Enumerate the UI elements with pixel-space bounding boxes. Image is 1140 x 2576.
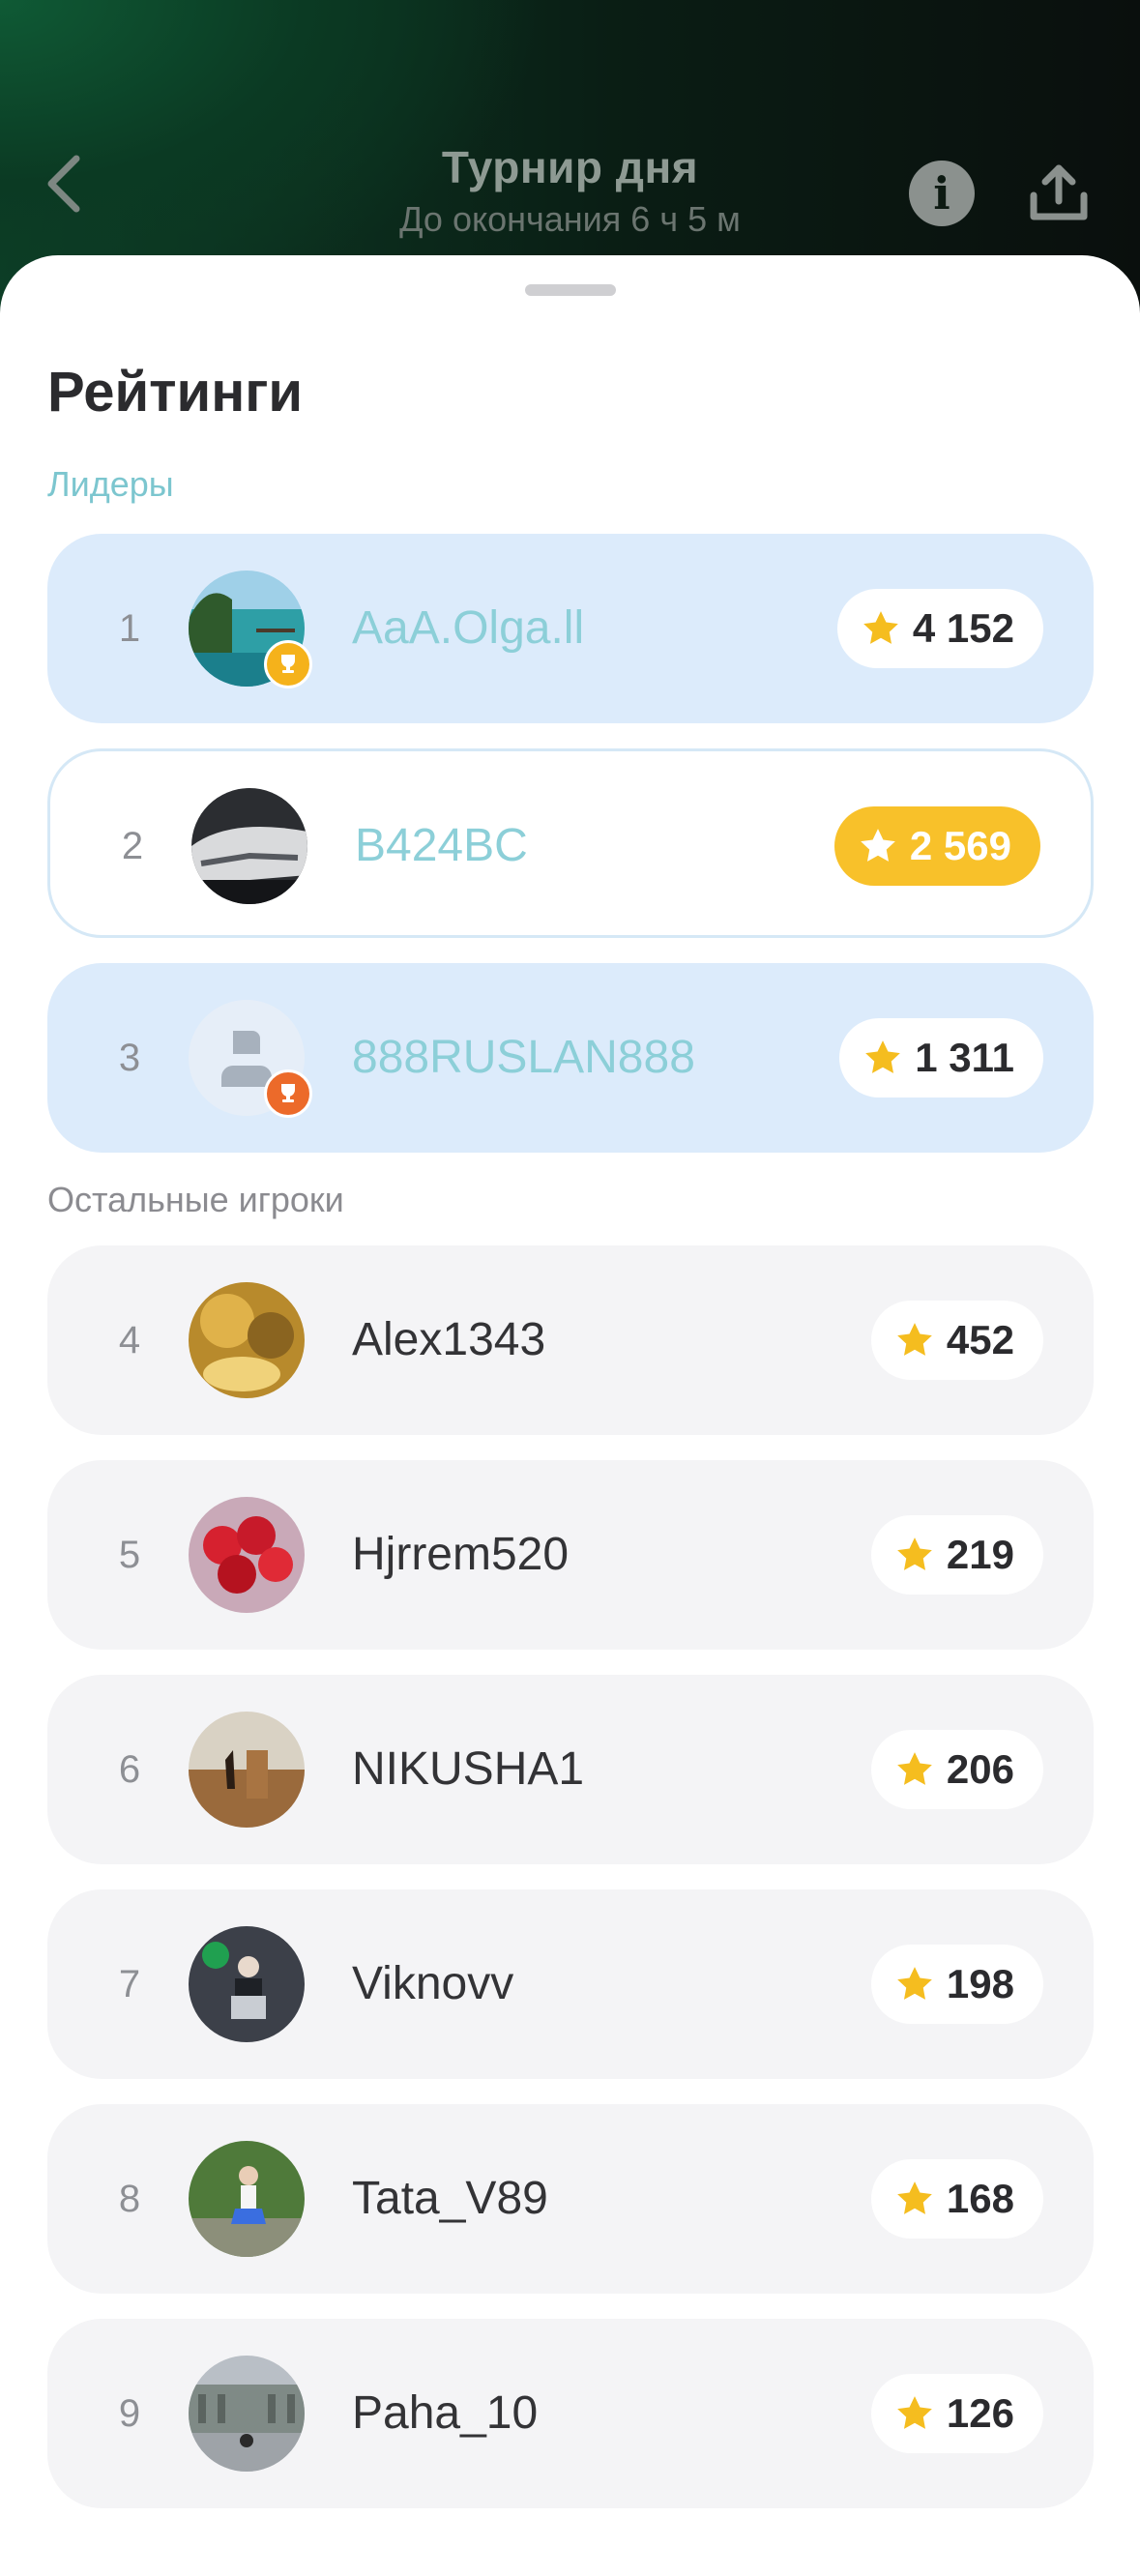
score-pill: 219 xyxy=(870,1515,1043,1595)
player-row[interactable]: 7 Viknovv 198 xyxy=(47,1889,1094,2079)
leader-row[interactable]: 3 888RUSLAN888 1 311 xyxy=(47,963,1094,1153)
rank-number: 2 xyxy=(121,825,144,867)
top-bar: Турнир дня До окончания 6 ч 5 м i xyxy=(0,126,1140,251)
score-pill: 126 xyxy=(870,2374,1043,2453)
trophy-gold-icon xyxy=(264,640,312,688)
rank-number: 3 xyxy=(118,1037,141,1079)
trophy-bronze-icon xyxy=(264,1069,312,1118)
player-row[interactable]: 4 Alex1343 452 xyxy=(47,1245,1094,1435)
rank-number: 5 xyxy=(118,1534,141,1576)
score-pill: 1 311 xyxy=(839,1018,1043,1098)
avatar xyxy=(189,1497,305,1613)
player-name: AaA.Olga.ll xyxy=(352,602,585,654)
info-button[interactable]: i xyxy=(909,161,975,226)
score-value: 126 xyxy=(946,2390,1014,2436)
player-row[interactable]: 8 Tata_V89 168 xyxy=(47,2104,1094,2294)
player-name: B424BC xyxy=(355,820,528,871)
star-icon xyxy=(897,2181,932,2214)
score-value: 1 311 xyxy=(915,1035,1014,1080)
ratings-sheet: Рейтинги Лидеры 1 AaA.Olga.ll 4 152 2 B4… xyxy=(0,255,1140,2576)
avatar xyxy=(189,1712,305,1828)
player-row[interactable]: 9 Paha_10 126 xyxy=(47,2319,1094,2508)
star-icon xyxy=(897,2396,932,2429)
sheet-title: Рейтинги xyxy=(47,361,304,424)
leaders-section-label: Лидеры xyxy=(47,464,174,504)
score-pill: 198 xyxy=(870,1945,1043,2024)
score-pill: 2 569 xyxy=(833,806,1040,886)
avatar xyxy=(191,788,307,904)
others-section-label: Остальные игроки xyxy=(47,1180,344,1219)
rank-number: 1 xyxy=(118,607,141,650)
star-icon xyxy=(897,1537,932,1570)
rank-number: 7 xyxy=(118,1963,141,2005)
star-icon xyxy=(897,1752,932,1785)
player-name: Tata_V89 xyxy=(352,2173,548,2224)
player-name: Viknovv xyxy=(352,1958,514,2009)
share-icon xyxy=(1030,164,1088,220)
player-name: Alex1343 xyxy=(352,1314,546,1365)
leader-row[interactable]: 1 AaA.Olga.ll 4 152 xyxy=(47,534,1094,723)
player-name: Paha_10 xyxy=(352,2387,539,2439)
score-pill: 206 xyxy=(870,1730,1043,1809)
info-icon: i xyxy=(933,167,950,220)
star-icon xyxy=(861,829,895,862)
score-pill: 4 152 xyxy=(836,589,1043,668)
avatar xyxy=(189,2356,305,2472)
player-name: 888RUSLAN888 xyxy=(352,1032,695,1083)
star-icon xyxy=(897,1323,932,1356)
star-icon xyxy=(865,1040,901,1073)
score-pill: 452 xyxy=(870,1301,1043,1380)
rank-number: 8 xyxy=(118,2178,141,2220)
rank-number: 4 xyxy=(118,1319,141,1361)
score-value: 206 xyxy=(946,1746,1014,1792)
score-value: 4 152 xyxy=(912,605,1014,651)
score-value: 452 xyxy=(946,1317,1014,1362)
player-name: Hjrrem520 xyxy=(352,1529,570,1580)
leader-row-current-user[interactable]: 2 B424BC 2 569 xyxy=(47,748,1094,938)
star-icon xyxy=(897,1967,932,2000)
rank-number: 6 xyxy=(118,1748,141,1791)
player-row[interactable]: 6 NIKUSHA1 206 xyxy=(47,1675,1094,1864)
player-name: NIKUSHA1 xyxy=(352,1743,585,1795)
score-pill: 168 xyxy=(870,2159,1043,2239)
avatar xyxy=(189,1282,305,1398)
score-value: 2 569 xyxy=(909,823,1011,868)
player-row[interactable]: 5 Hjrrem520 219 xyxy=(47,1460,1094,1650)
score-value: 168 xyxy=(946,2176,1014,2221)
avatar xyxy=(189,2141,305,2257)
score-value: 219 xyxy=(946,1532,1014,1577)
rank-number: 9 xyxy=(118,2392,141,2435)
avatar xyxy=(189,1926,305,2042)
score-value: 198 xyxy=(946,1961,1014,2006)
sheet-grabber[interactable] xyxy=(525,284,616,296)
share-button[interactable] xyxy=(1025,155,1093,232)
star-icon xyxy=(863,611,898,644)
